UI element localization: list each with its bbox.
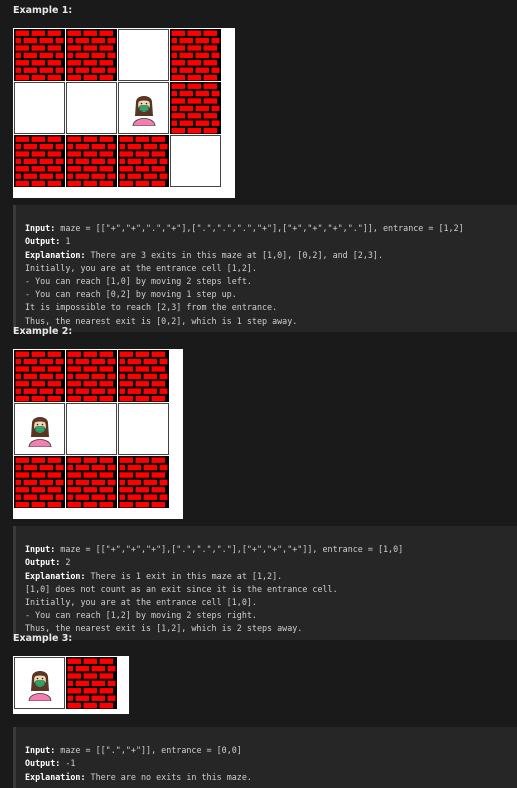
brick-wall-icon — [14, 456, 65, 508]
maze-empty-cell — [66, 82, 117, 134]
example-1-heading: Example 1: — [13, 5, 73, 16]
explanation-line: Thus, the nearest exit is [0,2], which i… — [25, 315, 298, 326]
explanation-label: Explanation: — [25, 249, 86, 260]
explanation-label: Explanation: — [25, 570, 86, 581]
explanation-line: Initially, you are at the entrance cell … — [25, 597, 257, 608]
explanation-label: Explanation: — [25, 771, 86, 782]
maze-empty-cell — [14, 82, 65, 134]
input-label: Input: — [25, 223, 56, 234]
explanation-line: - You can reach [1,2] by moving 2 steps … — [25, 610, 257, 621]
brick-wall-icon — [66, 350, 117, 402]
maze-empty-cell — [118, 82, 169, 134]
output-value: -1 — [60, 758, 76, 769]
explanation-line: Initially, you are at the entrance cell … — [25, 262, 257, 273]
explanation-text: There is 1 exit in this maze at [1,2]. — [85, 570, 283, 581]
person-icon — [130, 92, 158, 130]
output-value: 1 — [60, 236, 71, 247]
input-label: Input: — [25, 745, 56, 756]
example-3-code-block: Input: maze = [[".","+"]], entrance = [0… — [13, 727, 517, 788]
explanation-line: - You can reach [0,2] by moving 1 step u… — [25, 289, 237, 300]
brick-wall-icon — [170, 29, 221, 81]
person-icon — [26, 667, 54, 705]
output-label: Output: — [25, 236, 61, 247]
maze-empty-cell — [170, 135, 221, 187]
output-value: 2 — [60, 557, 71, 568]
input-label: Input: — [25, 544, 56, 555]
brick-wall-icon — [14, 29, 65, 81]
input-value: maze = [["+","+","+"],[".",".","."],["+"… — [55, 544, 404, 555]
brick-wall-icon — [118, 350, 169, 402]
explanation-text: There are 3 exits in this maze at [1,0],… — [85, 249, 384, 260]
output-label: Output: — [25, 758, 61, 769]
maze-empty-cell — [118, 29, 169, 81]
example-2-heading: Example 2: — [13, 326, 73, 337]
brick-wall-icon — [14, 350, 65, 402]
brick-wall-icon — [66, 135, 117, 187]
maze-empty-cell — [14, 403, 65, 455]
example-1-code-block: Input: maze = [["+","+",".","+"],[".",".… — [13, 205, 517, 332]
example-2-code-block: Input: maze = [["+","+","+"],[".",".",".… — [13, 526, 517, 640]
brick-wall-icon — [118, 456, 169, 508]
input-value: maze = [["+","+",".","+"],[".",".",".","… — [55, 223, 464, 234]
person-icon — [26, 413, 54, 451]
output-label: Output: — [25, 557, 61, 568]
example-3-maze-image — [13, 656, 129, 714]
input-value: maze = [[".","+"]], entrance = [0,0] — [55, 745, 242, 756]
explanation-line: Thus, the nearest exit is [1,2], which i… — [25, 623, 303, 634]
explanation-line: - You can reach [1,0] by moving 2 steps … — [25, 276, 252, 287]
explanation-line: [1,0] does not count as an exit since it… — [25, 583, 338, 594]
brick-wall-icon — [170, 82, 221, 134]
brick-wall-icon — [14, 135, 65, 187]
brick-wall-icon — [66, 657, 117, 709]
brick-wall-icon — [66, 456, 117, 508]
maze-empty-cell — [66, 403, 117, 455]
example-2-maze-image — [13, 349, 183, 519]
explanation-line: It is impossible to reach [2,3] from the… — [25, 302, 278, 313]
example-1-maze-image — [13, 28, 235, 198]
example-3-heading: Example 3: — [13, 633, 73, 644]
explanation-text: There are no exits in this maze. — [85, 771, 252, 782]
brick-wall-icon — [66, 29, 117, 81]
brick-wall-icon — [118, 135, 169, 187]
maze-empty-cell — [14, 657, 65, 709]
maze-empty-cell — [118, 403, 169, 455]
